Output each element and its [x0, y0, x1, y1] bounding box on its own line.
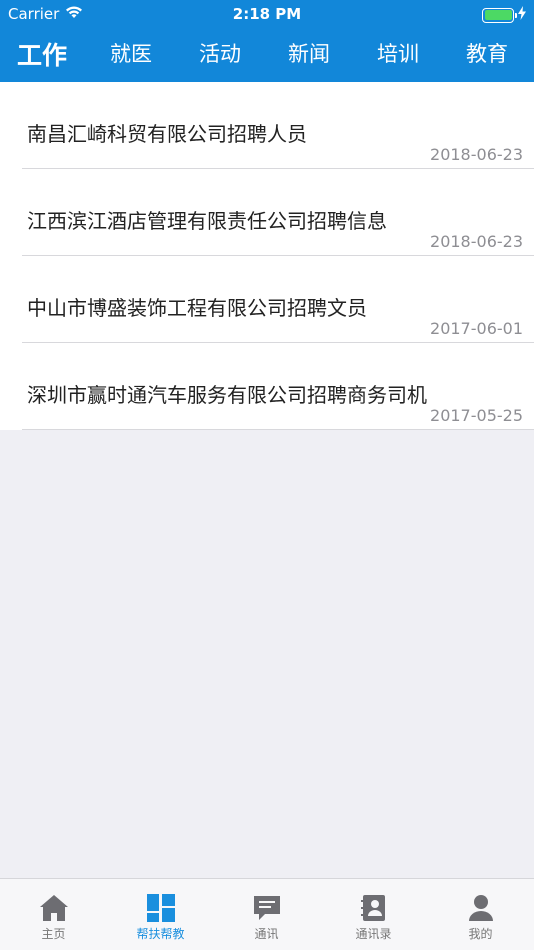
- tab-activities[interactable]: 活动: [199, 38, 241, 68]
- list-item[interactable]: 中山市博盛装饰工程有限公司招聘文员 2017-06-01: [0, 256, 534, 343]
- tabbar-label: 主页: [41, 927, 66, 941]
- battery-icon: [482, 7, 517, 23]
- item-date: 2018-06-23: [430, 232, 523, 251]
- tab-education[interactable]: 教育: [466, 38, 508, 68]
- profile-icon: [468, 892, 494, 924]
- item-date: 2017-06-01: [430, 319, 523, 338]
- bottom-tab-bar: 主页 帮扶帮教 通讯 通讯录 我的: [0, 878, 534, 950]
- grid-icon: [146, 892, 175, 924]
- home-icon: [39, 892, 69, 924]
- item-title: 深圳市赢时通汽车服务有限公司招聘商务司机: [27, 383, 427, 407]
- message-icon: [253, 892, 281, 924]
- tabbar-help[interactable]: 帮扶帮教: [107, 879, 214, 950]
- item-date: 2018-06-23: [430, 145, 523, 164]
- charging-bolt-icon: [518, 6, 526, 24]
- tabbar-profile[interactable]: 我的: [427, 879, 534, 950]
- list-item[interactable]: 深圳市赢时通汽车服务有限公司招聘商务司机 2017-05-25: [0, 343, 534, 430]
- tabbar-label: 我的: [468, 927, 493, 941]
- tabbar-message[interactable]: 通讯: [213, 879, 320, 950]
- contacts-icon: [360, 892, 387, 924]
- list-item[interactable]: 南昌汇崎科贸有限公司招聘人员 2018-06-23: [0, 82, 534, 169]
- tabbar-label: 通讯: [254, 927, 279, 941]
- tab-training[interactable]: 培训: [377, 38, 419, 68]
- item-title: 南昌汇崎科贸有限公司招聘人员: [27, 122, 307, 146]
- list-item[interactable]: 江西滨江酒店管理有限责任公司招聘信息 2018-06-23: [0, 169, 534, 256]
- status-bar: Carrier 2:18 PM: [0, 0, 534, 28]
- item-date: 2017-05-25: [430, 406, 523, 425]
- item-title: 江西滨江酒店管理有限责任公司招聘信息: [27, 209, 387, 233]
- tabbar-label: 帮扶帮教: [136, 927, 185, 941]
- divider: [22, 429, 534, 430]
- tabbar-label: 通讯录: [355, 927, 392, 941]
- tabbar-contacts[interactable]: 通讯录: [320, 879, 427, 950]
- header: Carrier 2:18 PM 工作 就医 活动 新闻 培训 教育: [0, 0, 534, 82]
- tab-medical[interactable]: 就医: [110, 38, 152, 68]
- status-time: 2:18 PM: [232, 5, 302, 23]
- tabbar-home[interactable]: 主页: [0, 879, 107, 950]
- item-title: 中山市博盛装饰工程有限公司招聘文员: [27, 296, 367, 320]
- category-tabs: 工作 就医 活动 新闻 培训 教育: [0, 30, 534, 80]
- tab-news[interactable]: 新闻: [288, 38, 330, 68]
- status-right: [482, 6, 526, 24]
- job-list: 南昌汇崎科贸有限公司招聘人员 2018-06-23 江西滨江酒店管理有限责任公司…: [0, 82, 534, 430]
- tab-work[interactable]: 工作: [17, 36, 67, 72]
